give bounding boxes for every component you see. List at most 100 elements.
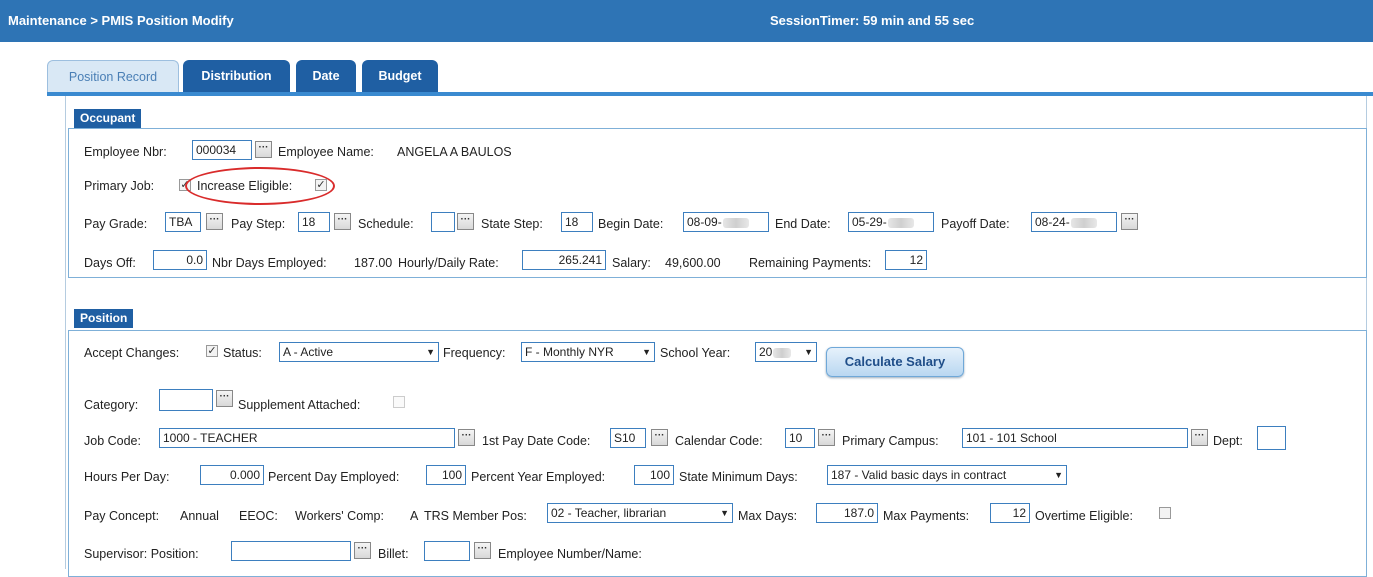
pct-year-input[interactable]: 100	[634, 465, 674, 485]
employee-number-name-label: Employee Number/Name:	[498, 547, 642, 561]
trs-select[interactable]: 02 - Teacher, librarian ▼	[547, 503, 733, 523]
tab-position-record[interactable]: Position Record	[47, 60, 179, 93]
dept-label: Dept:	[1213, 434, 1243, 448]
status-select[interactable]: A - Active ▼	[279, 342, 439, 362]
category-label: Category:	[84, 398, 139, 412]
supplement-label: Supplement Attached:	[238, 398, 361, 412]
pct-day-input[interactable]: 100	[426, 465, 466, 485]
calculate-salary-button[interactable]: Calculate Salary	[826, 347, 964, 377]
end-date-value: 05-29-	[852, 215, 887, 229]
header-bar: Maintenance > PMIS Position Modify Sessi…	[0, 0, 1373, 42]
school-year-select[interactable]: 20 ▼	[755, 342, 817, 362]
supervisor-input[interactable]	[231, 541, 351, 561]
payoff-date-lookup-button[interactable]: ···	[1121, 213, 1138, 230]
nbr-days-value: 187.00	[354, 256, 393, 270]
pay-step-label: Pay Step:	[231, 217, 286, 231]
state-min-value: 187 - Valid basic days in contract	[831, 468, 1007, 482]
pct-day-label: Percent Day Employed:	[268, 470, 400, 484]
first-pay-input[interactable]: S10	[610, 428, 646, 448]
frequency-label: Frequency:	[443, 346, 506, 360]
frequency-select[interactable]: F - Monthly NYR ▼	[521, 342, 655, 362]
end-date-label: End Date:	[775, 217, 831, 231]
job-code-label: Job Code:	[84, 434, 141, 448]
occupant-title: Occupant	[74, 109, 142, 128]
pay-step-lookup-button[interactable]: ···	[334, 213, 351, 230]
max-days-input[interactable]: 187.0	[816, 503, 878, 523]
tab-date[interactable]: Date	[296, 60, 356, 92]
first-pay-lookup-button[interactable]: ···	[651, 429, 668, 446]
session-timer: SessionTimer: 59 min and 55 sec	[770, 13, 975, 28]
max-payments-input[interactable]: 12	[990, 503, 1030, 523]
highlight-circle	[185, 167, 335, 205]
state-step-input[interactable]: 18	[561, 212, 593, 232]
job-code-input[interactable]: 1000 - TEACHER	[159, 428, 455, 448]
primary-job-label: Primary Job:	[84, 179, 155, 193]
pay-grade-lookup-button[interactable]: ···	[206, 213, 223, 230]
dropdown-arrow-icon: ▼	[642, 347, 651, 357]
days-off-label: Days Off:	[84, 256, 136, 270]
employee-nbr-input[interactable]: 000034	[192, 140, 252, 160]
breadcrumb: Maintenance > PMIS Position Modify	[8, 13, 234, 28]
campus-input[interactable]: 101 - 101 School	[962, 428, 1188, 448]
frequency-value: F - Monthly NYR	[525, 345, 614, 359]
state-min-select[interactable]: 187 - Valid basic days in contract ▼	[827, 465, 1067, 485]
salary-label: Salary:	[612, 256, 651, 270]
calendar-lookup-button[interactable]: ···	[818, 429, 835, 446]
job-code-lookup-button[interactable]: ···	[458, 429, 475, 446]
accept-changes-checkbox[interactable]: ✓	[206, 345, 218, 357]
employee-name-value: ANGELA A BAULOS	[397, 145, 512, 159]
pay-step-input[interactable]: 18	[298, 212, 330, 232]
begin-date-input[interactable]: 08-09-	[683, 212, 769, 232]
dept-input[interactable]	[1257, 426, 1286, 450]
dropdown-arrow-icon: ▼	[720, 508, 729, 518]
state-min-label: State Minimum Days:	[679, 470, 798, 484]
billet-lookup-button[interactable]: ···	[474, 542, 491, 559]
pct-year-label: Percent Year Employed:	[471, 470, 606, 484]
max-payments-label: Max Payments:	[883, 509, 970, 523]
trs-label: TRS Member Pos:	[424, 509, 527, 523]
remaining-label: Remaining Payments:	[749, 256, 872, 270]
category-lookup-button[interactable]: ···	[216, 390, 233, 407]
days-off-input[interactable]: 0.0	[153, 250, 207, 270]
eeoc-label: EEOC:	[239, 509, 278, 523]
pay-concept-value: Annual	[180, 509, 219, 523]
supervisor-lookup-button[interactable]: ···	[354, 542, 371, 559]
calendar-label: Calendar Code:	[675, 434, 763, 448]
status-label: Status:	[223, 346, 262, 360]
status-value: A - Active	[283, 345, 334, 359]
tab-budget[interactable]: Budget	[362, 60, 438, 92]
payoff-date-label: Payoff Date:	[941, 217, 1010, 231]
category-input[interactable]	[159, 389, 213, 411]
position-section	[68, 330, 1367, 577]
payoff-date-value: 08-24-	[1035, 215, 1070, 229]
workers-comp-label: Workers' Comp:	[295, 509, 384, 523]
supervisor-label: Supervisor: Position:	[84, 547, 199, 561]
employee-lookup-button[interactable]: ···	[255, 141, 272, 158]
hours-input[interactable]: 0.000	[200, 465, 264, 485]
redacted-year	[887, 217, 914, 228]
tab-distribution[interactable]: Distribution	[183, 60, 290, 92]
billet-input[interactable]	[424, 541, 470, 561]
redacted-year	[1070, 217, 1097, 228]
overtime-checkbox[interactable]	[1159, 507, 1171, 519]
schedule-input[interactable]	[431, 212, 455, 232]
remaining-input[interactable]: 12	[885, 250, 927, 270]
campus-lookup-button[interactable]: ···	[1191, 429, 1208, 446]
schedule-lookup-button[interactable]: ···	[457, 213, 474, 230]
position-title: Position	[74, 309, 134, 328]
pay-grade-input[interactable]: TBA	[165, 212, 201, 232]
salary-value: 49,600.00	[665, 256, 721, 270]
payoff-date-input[interactable]: 08-24-	[1031, 212, 1117, 232]
campus-label: Primary Campus:	[842, 434, 939, 448]
calendar-input[interactable]: 10	[785, 428, 815, 448]
overtime-label: Overtime Eligible:	[1035, 509, 1133, 523]
accept-changes-label: Accept Changes:	[84, 346, 180, 360]
schedule-label: Schedule:	[358, 217, 414, 231]
end-date-input[interactable]: 05-29-	[848, 212, 934, 232]
begin-date-label: Begin Date:	[598, 217, 664, 231]
supplement-checkbox[interactable]	[393, 396, 405, 408]
pay-concept-label: Pay Concept:	[84, 509, 160, 523]
trs-value: 02 - Teacher, librarian	[551, 506, 667, 520]
rate-input[interactable]: 265.241	[522, 250, 606, 270]
employee-nbr-label: Employee Nbr:	[84, 145, 167, 159]
